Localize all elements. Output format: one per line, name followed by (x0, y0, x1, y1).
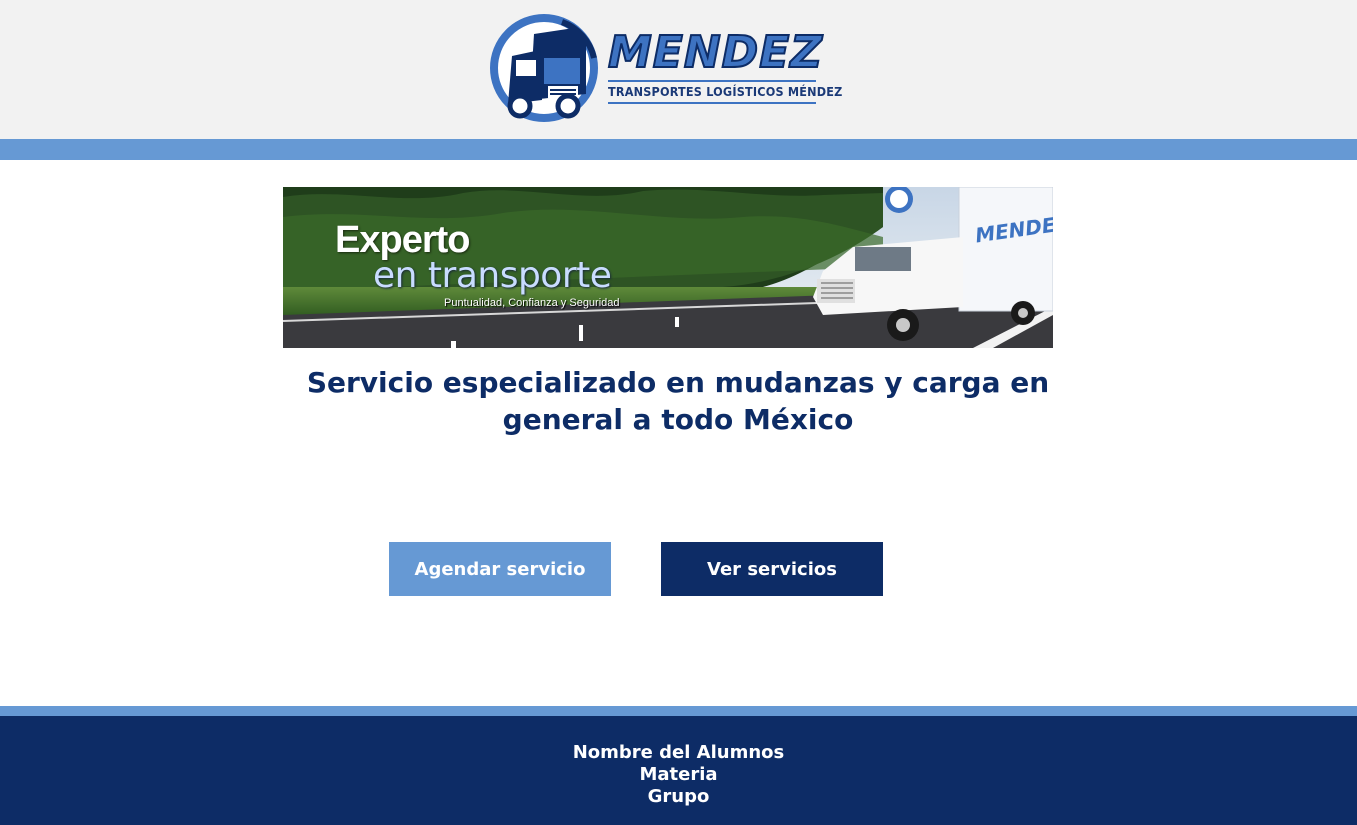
site-logo[interactable]: MENDEZ Transportes Logísticos Méndez (490, 14, 843, 122)
page-headline: Servicio especializado en mudanzas y car… (306, 366, 1050, 436)
footer-student-name: Nombre del Alumnos (572, 742, 785, 763)
banner-tagline: Puntualidad, Confianza y Seguridad (444, 297, 620, 309)
banner-subtitle: en transporte (373, 255, 612, 296)
logo-subtitle: Transportes Logísticos Méndez (608, 84, 843, 99)
site-header: MENDEZ Transportes Logísticos Méndez (0, 0, 1357, 139)
footer-info: Nombre del Alumnos Materia Grupo (0, 742, 1357, 808)
hero-banner: MENDEZ Experto en transporte Puntualidad… (283, 187, 1053, 348)
schedule-service-button[interactable]: Agendar servicio (389, 542, 611, 596)
site-footer: Nombre del Alumnos Materia Grupo (0, 716, 1357, 825)
footer-subject: Materia (639, 764, 718, 785)
logo-divider (608, 80, 816, 82)
footer-accent-stripe (0, 706, 1357, 716)
logo-title: MENDEZ (607, 27, 824, 79)
logo-divider (608, 102, 816, 104)
truck-logo-icon (490, 14, 598, 122)
header-accent-stripe (0, 139, 1357, 160)
footer-group: Grupo (647, 786, 710, 807)
view-services-button[interactable]: Ver servicios (661, 542, 883, 596)
